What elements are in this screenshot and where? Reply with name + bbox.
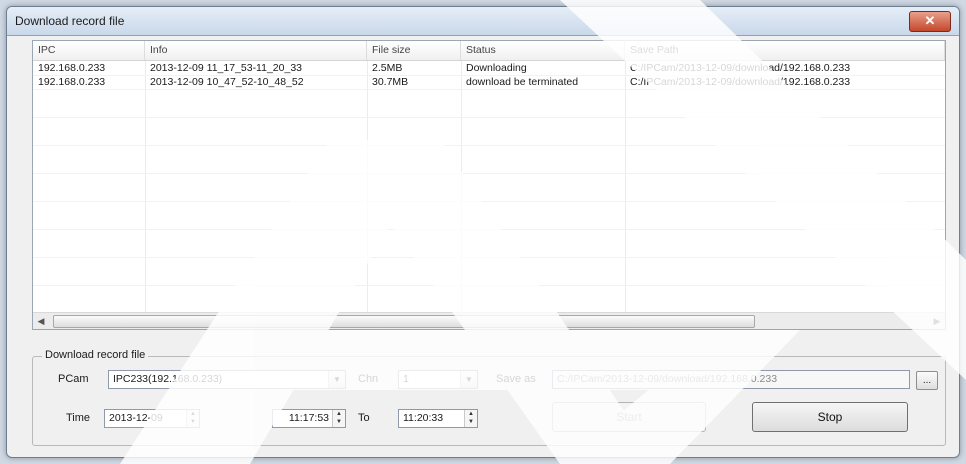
cell-status: download be terminated bbox=[466, 76, 579, 88]
scroll-thumb[interactable] bbox=[53, 315, 755, 328]
browse-button[interactable]: ... bbox=[916, 371, 938, 390]
chevron-down-icon[interactable]: ▼ bbox=[328, 371, 345, 388]
horizontal-scrollbar[interactable]: ◀ ▶ bbox=[33, 312, 945, 329]
cell-info: 2013-12-09 10_47_52-10_48_52 bbox=[150, 76, 304, 88]
close-button[interactable]: ✕ bbox=[909, 11, 951, 32]
end-time-field[interactable]: 11:20:33 ▲ ▼ bbox=[398, 409, 478, 428]
column-header-save-path[interactable]: Save Path bbox=[625, 41, 945, 60]
saveas-field[interactable]: C:/IPCam/2013-12-09/download/192.168.0.2… bbox=[552, 370, 910, 389]
saveas-label: Save as bbox=[496, 373, 536, 385]
cell-file-size: 30.7MB bbox=[372, 76, 409, 88]
window-title: Download record file bbox=[15, 14, 125, 28]
column-header-info[interactable]: Info bbox=[145, 41, 367, 60]
cell-status: Downloading bbox=[466, 62, 527, 74]
time-label: Time bbox=[66, 412, 91, 424]
start-button[interactable]: Start bbox=[552, 402, 706, 432]
spin-icon[interactable]: ▲ ▼ bbox=[464, 410, 477, 427]
table-body: 192.168.0.233 2013-12-09 11_17_53-11_20_… bbox=[33, 61, 945, 313]
table-row[interactable]: 192.168.0.233 2013-12-09 11_17_53-11_20_… bbox=[33, 61, 945, 75]
column-header-ipc[interactable]: IPC bbox=[33, 41, 145, 60]
scroll-right-icon[interactable]: ▶ bbox=[929, 313, 945, 329]
end-time-value: 11:20:33 bbox=[403, 412, 444, 424]
date-field[interactable]: 2013-12-09 ▲ ▼ bbox=[104, 409, 200, 428]
chevron-down-icon[interactable]: ▼ bbox=[460, 371, 477, 388]
pcam-value: IPC233(192.168.0.233) bbox=[113, 373, 223, 385]
pcam-select[interactable]: IPC233(192.168.0.233) ▼ bbox=[108, 370, 346, 389]
start-time-field[interactable]: 11:17:53 ▲ ▼ bbox=[272, 409, 346, 428]
date-value: 2013-12-09 bbox=[109, 412, 163, 424]
cell-ipc: 192.168.0.233 bbox=[38, 76, 106, 88]
chn-label: Chn bbox=[358, 373, 379, 385]
column-header-file-size[interactable]: File size bbox=[367, 41, 461, 60]
start-time-value: 11:17:53 bbox=[288, 412, 329, 424]
spin-icon[interactable]: ▲ ▼ bbox=[332, 410, 345, 427]
table-row[interactable]: 192.168.0.233 2013-12-09 10_47_52-10_48_… bbox=[33, 75, 945, 89]
cell-save-path: C:/IPCam/2013-12-09/download/192.168.0.2… bbox=[630, 76, 851, 88]
spin-icon[interactable]: ▲ ▼ bbox=[186, 410, 199, 427]
scroll-left-icon[interactable]: ◀ bbox=[33, 313, 49, 329]
stop-button[interactable]: Stop bbox=[752, 402, 908, 432]
chn-value: 1 bbox=[403, 373, 409, 385]
column-header-status[interactable]: Status bbox=[461, 41, 625, 60]
pcam-label: PCam bbox=[58, 373, 89, 385]
chn-select[interactable]: 1 ▼ bbox=[398, 370, 478, 389]
cell-ipc: 192.168.0.233 bbox=[38, 62, 106, 74]
title-bar: Download record file ✕ bbox=[7, 7, 959, 36]
group-label: Download record file bbox=[42, 349, 149, 361]
table-header: IPC Info File size Status Save Path bbox=[33, 41, 945, 61]
cell-file-size: 2.5MB bbox=[372, 62, 403, 74]
to-label: To bbox=[358, 412, 370, 424]
cell-info: 2013-12-09 11_17_53-11_20_33 bbox=[150, 62, 302, 74]
cell-save-path: C:/IPCam/2013-12-09/download/192.168.0.2… bbox=[630, 62, 851, 74]
download-list[interactable]: IPC Info File size Status Save Path 192.… bbox=[32, 40, 946, 330]
